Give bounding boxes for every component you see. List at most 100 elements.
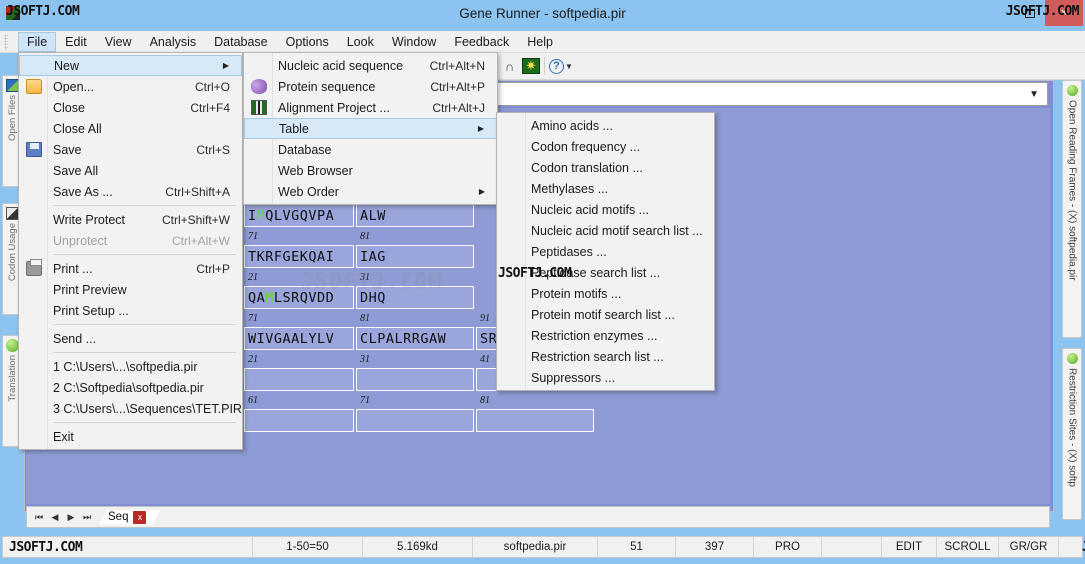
menu-item-2-c-softpedia-softpedia-pir[interactable]: 2 C:\Softpedia\softpedia.pir <box>19 377 242 398</box>
sequence-cell[interactable] <box>244 409 354 432</box>
sheet-tab-label: Seq <box>108 511 129 523</box>
menu-item-codon-translation[interactable]: Codon translation ... <box>497 157 714 178</box>
menubar-item-analysis[interactable]: Analysis <box>141 32 206 52</box>
sidebar-tab-label: Translation <box>6 355 18 402</box>
nav-first-button[interactable]: ⏮ <box>31 512 47 523</box>
sequence-cell[interactable] <box>476 409 594 432</box>
menubar-item-feedback[interactable]: Feedback <box>445 32 518 52</box>
sequence-cell[interactable]: WIVGAALYLV <box>244 327 354 350</box>
menu-item-suppressors[interactable]: Suppressors ... <box>497 367 714 388</box>
menu-item-close-all[interactable]: Close All <box>19 118 242 139</box>
menubar-item-edit[interactable]: Edit <box>56 32 96 52</box>
sequence-cell[interactable]: TKRFGEKQAI <box>244 245 354 268</box>
menubar-grip[interactable] <box>4 34 8 50</box>
menu-item-label: Web Order <box>278 184 339 199</box>
menu-item-3-c-users-sequences-tet-pir[interactable]: 3 C:\Users\...\Sequences\TET.PIR <box>19 398 242 419</box>
right-tab-restriction-sites[interactable]: Restriction Sites - (X) softp <box>1062 348 1082 520</box>
sequence-cell[interactable]: IAG <box>356 245 474 268</box>
primer-icon[interactable]: ✷ <box>522 58 540 74</box>
menu-item-restriction-enzymes[interactable]: Restriction enzymes ... <box>497 325 714 346</box>
sidebar-tab-label: Codon Usage <box>6 223 18 282</box>
right-tab-open-reading-frames[interactable]: Open Reading Frames - (X) softpedia.pir <box>1062 80 1082 338</box>
menu-item-open[interactable]: Open... Ctrl+O <box>19 76 242 97</box>
menu-item-print[interactable]: Print ... Ctrl+P <box>19 258 242 279</box>
menu-item-amino-acids[interactable]: Amino acids ... <box>497 115 714 136</box>
menu-item-label: Send ... <box>53 331 97 346</box>
menu-item-label: Peptidases ... <box>531 244 607 259</box>
nav-next-button[interactable]: ▶ <box>63 512 79 523</box>
menu-item-restriction-search-list[interactable]: Restriction search list ... <box>497 346 714 367</box>
menu-item-peptidase-search-list[interactable]: Peptidase search list ... <box>497 262 714 283</box>
menu-item-label: Database <box>278 142 332 157</box>
menubar-item-file[interactable]: File <box>18 31 57 52</box>
sequence-cell[interactable]: QA M LSRQVDD <box>244 286 354 309</box>
toolbar-overflow-icon[interactable]: ▼ <box>565 62 573 71</box>
menu-item-save-all[interactable]: Save All <box>19 160 242 181</box>
help-icon[interactable]: ? <box>549 58 564 74</box>
menu-item-nucleic-acid-sequence[interactable]: Nucleic acid sequence Ctrl+Alt+N <box>244 55 497 76</box>
sequence-cell[interactable] <box>356 409 474 432</box>
menubar-item-look[interactable]: Look <box>338 32 383 52</box>
menu-item-label: Save As ... <box>53 184 113 199</box>
menu-item-send[interactable]: Send ... <box>19 328 242 349</box>
menu-item-label: Save <box>53 142 82 157</box>
menu-item-nucleic-acid-motif-search-list[interactable]: Nucleic acid motif search list ... <box>497 220 714 241</box>
status-bar-cell-0: JSOFTJ.COM <box>3 537 253 557</box>
nav-last-button[interactable]: ⏭ <box>79 512 95 523</box>
menu-item-unprotect[interactable]: Unprotect Ctrl+Alt+W <box>19 230 242 251</box>
menu-item-save[interactable]: Save Ctrl+S <box>19 139 242 160</box>
menu-item-exit[interactable]: Exit <box>19 426 242 447</box>
sequence-cell[interactable] <box>356 368 474 391</box>
watermark-top-right: JSOFTJ.COM <box>1005 4 1080 19</box>
menu-item-codon-frequency[interactable]: Codon frequency ... <box>497 136 714 157</box>
sequence-position-tick: 71 <box>248 313 258 324</box>
close-icon[interactable]: x <box>133 511 146 524</box>
menu-item-label: Print ... <box>53 261 93 276</box>
menu-item-label: Save All <box>53 163 99 178</box>
menu-item-close[interactable]: Close Ctrl+F4 <box>19 97 242 118</box>
status-bar-cell-3: softpedia.pir <box>473 537 598 557</box>
sequence-cell[interactable]: ALW <box>356 204 474 227</box>
sequence-cell[interactable]: CLPALRRGAW <box>356 327 474 350</box>
menubar-item-database[interactable]: Database <box>205 32 277 52</box>
sequence-cell[interactable]: I M QLVGQVPA <box>244 204 354 227</box>
menu-item-web-browser[interactable]: Web Browser <box>244 160 497 181</box>
menu-item-shortcut: Ctrl+F4 <box>190 100 230 115</box>
save-icon <box>26 142 42 157</box>
menu-item-label: Suppressors ... <box>531 370 616 385</box>
hairpin-icon[interactable]: ∩ <box>497 55 522 78</box>
menu-item-save-as[interactable]: Save As ... Ctrl+Shift+A <box>19 181 242 202</box>
menu-item-nucleic-acid-motifs[interactable]: Nucleic acid motifs ... <box>497 199 714 220</box>
sequence-cell[interactable] <box>244 368 354 391</box>
menu-item-label: Print Setup ... <box>53 303 129 318</box>
menu-item-protein-sequence[interactable]: Protein sequence Ctrl+Alt+P <box>244 76 497 97</box>
window-title: Gene Runner - softpedia.pir <box>459 6 626 21</box>
print-icon <box>26 259 42 276</box>
menu-item-web-order[interactable]: Web Order ▶ <box>244 181 497 202</box>
nav-prev-button[interactable]: ◀ <box>47 512 63 523</box>
folder-icon <box>26 79 42 94</box>
menu-item-peptidases[interactable]: Peptidases ... <box>497 241 714 262</box>
menu-item-database[interactable]: Database <box>244 139 497 160</box>
menubar-item-view[interactable]: View <box>96 32 141 52</box>
menu-item-protein-motif-search-list[interactable]: Protein motif search list ... <box>497 304 714 325</box>
sequence-position-tick: 21 <box>248 354 258 365</box>
menubar-item-options[interactable]: Options <box>277 32 338 52</box>
status-bar-cell-6: PRO <box>754 537 822 557</box>
status-bar-cell-7 <box>822 537 882 557</box>
sheet-tab-seq[interactable]: Seq x <box>99 510 160 525</box>
menu-item-new[interactable]: New ▶ <box>19 55 242 76</box>
menu-item-print-setup[interactable]: Print Setup ... <box>19 300 242 321</box>
menubar-item-window[interactable]: Window <box>383 32 445 52</box>
menubar-item-help[interactable]: Help <box>518 32 562 52</box>
menu-item-write-protect[interactable]: Write Protect Ctrl+Shift+W <box>19 209 242 230</box>
menu-item-table[interactable]: Table ▶ <box>244 118 497 139</box>
menu-item-1-c-users-softpedia-pir[interactable]: 1 C:\Users\...\softpedia.pir <box>19 356 242 377</box>
menu-item-methylases[interactable]: Methylases ... <box>497 178 714 199</box>
menu-item-protein-motifs[interactable]: Protein motifs ... <box>497 283 714 304</box>
sequence-cell[interactable]: DHQ <box>356 286 474 309</box>
menu-item-print-preview[interactable]: Print Preview <box>19 279 242 300</box>
chevron-down-icon[interactable]: ▼ <box>1029 89 1039 100</box>
menu-item-label: Table <box>279 121 309 136</box>
menu-item-alignment-project[interactable]: Alignment Project ... Ctrl+Alt+J <box>244 97 497 118</box>
